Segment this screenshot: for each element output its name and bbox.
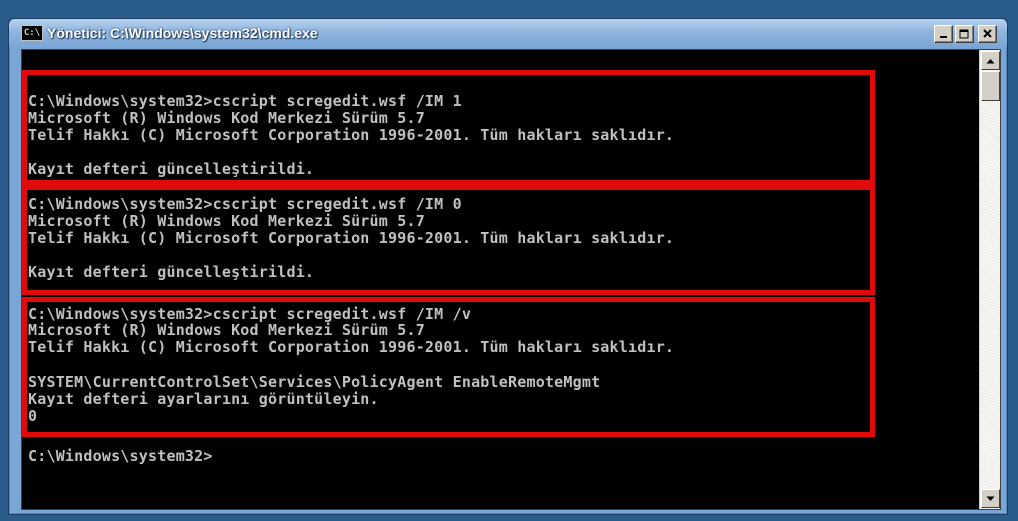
command-prompt[interactable]: C:\Windows\system32> bbox=[28, 448, 213, 465]
title-bar[interactable]: C:\ Yönetici: C:\Windows\system32\cmd.ex… bbox=[9, 19, 1007, 47]
console-line: Kayıt defteri güncelleştirildi. bbox=[28, 263, 315, 281]
console-line: Microsoft (R) Windows Kod Merkezi Sürüm … bbox=[28, 212, 425, 230]
console-line: SYSTEM\CurrentControlSet\Services\Policy… bbox=[28, 373, 601, 391]
console-line: Kayıt defteri güncelleştirildi. bbox=[28, 160, 315, 178]
console-output[interactable]: C:\Windows\system32>cscript scregedit.ws… bbox=[22, 50, 980, 509]
window-controls bbox=[934, 25, 997, 43]
cmd-window: C:\ Yönetici: C:\Windows\system32\cmd.ex… bbox=[8, 18, 1008, 515]
console-line: Microsoft (R) Windows Kod Merkezi Sürüm … bbox=[28, 321, 425, 339]
console-line: Telif Hakkı (C) Microsoft Corporation 19… bbox=[28, 229, 675, 247]
window-title: Yönetici: C:\Windows\system32\cmd.exe bbox=[47, 25, 318, 41]
minimize-icon bbox=[939, 36, 947, 38]
maximize-button[interactable] bbox=[955, 25, 974, 43]
console-line: Telif Hakkı (C) Microsoft Corporation 19… bbox=[28, 338, 675, 356]
console-line: Kayıt defteri ayarlarını görüntüleyin. bbox=[28, 390, 379, 408]
console-client-area: C:\Windows\system32>cscript scregedit.ws… bbox=[21, 49, 1001, 510]
arrow-up-icon bbox=[986, 58, 995, 63]
scroll-down-button[interactable] bbox=[981, 489, 1000, 508]
console-line: 0 bbox=[28, 407, 38, 425]
prompt-text: C:\Windows\system32> bbox=[28, 447, 213, 465]
cmd-app-icon[interactable]: C:\ bbox=[21, 25, 43, 41]
close-button[interactable] bbox=[978, 25, 997, 43]
console-line: C:\Windows\system32>cscript scregedit.ws… bbox=[28, 92, 462, 110]
close-icon bbox=[982, 29, 992, 38]
maximize-icon bbox=[959, 29, 969, 38]
console-line: Microsoft (R) Windows Kod Merkezi Sürüm … bbox=[28, 109, 425, 127]
arrow-down-icon bbox=[986, 496, 995, 501]
scroll-up-button[interactable] bbox=[981, 51, 1000, 70]
scrollbar-thumb[interactable] bbox=[981, 71, 1000, 101]
vertical-scrollbar[interactable] bbox=[979, 50, 1000, 509]
console-line: Telif Hakkı (C) Microsoft Corporation 19… bbox=[28, 126, 675, 144]
minimize-button[interactable] bbox=[934, 25, 953, 43]
console-line: C:\Windows\system32>cscript scregedit.ws… bbox=[28, 195, 462, 213]
